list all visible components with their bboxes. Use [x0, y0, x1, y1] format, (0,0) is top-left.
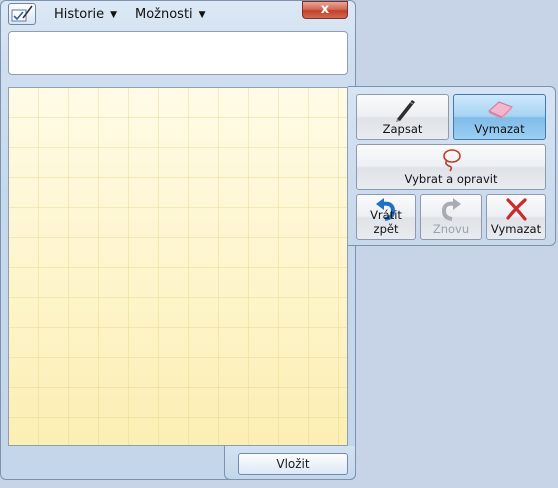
red-x-icon [506, 198, 527, 221]
menu-options[interactable]: Možnosti ▼ [135, 7, 206, 22]
menu-history-label: Historie [54, 7, 105, 22]
delete-button-label: Vymazat [490, 222, 542, 236]
chevron-down-icon: ▼ [198, 10, 206, 20]
tablet-input-icon[interactable] [8, 3, 36, 25]
pen-icon [395, 100, 415, 122]
write-button[interactable]: Zapsat [356, 94, 449, 140]
lasso-icon [443, 149, 461, 172]
redo-button[interactable]: Znovu [420, 194, 482, 240]
select-correct-button[interactable]: Vybrat a opravit [356, 144, 546, 190]
close-button[interactable]: x [302, 1, 348, 19]
insert-button[interactable]: Vložit [238, 453, 348, 475]
recognized-text-box[interactable] [8, 31, 348, 75]
undo-button[interactable]: Vrátit zpět [356, 194, 416, 240]
eraser-icon [487, 101, 513, 119]
select-correct-button-label: Vybrat a opravit [404, 172, 498, 186]
write-button-label: Zapsat [382, 122, 423, 136]
delete-button[interactable]: Vymazat [486, 194, 546, 240]
redo-button-label: Znovu [432, 222, 470, 236]
writing-pad[interactable] [8, 87, 348, 446]
chevron-down-icon: ▼ [110, 10, 118, 20]
menu-history[interactable]: Historie ▼ [54, 7, 117, 22]
erase-button[interactable]: Vymazat [453, 94, 546, 140]
menu-options-label: Možnosti [135, 7, 193, 22]
redo-arrow-icon [441, 198, 461, 221]
close-icon: x [320, 2, 330, 17]
erase-button-label: Vymazat [474, 122, 525, 136]
undo-button-label: Vrátit zpět [370, 208, 402, 236]
